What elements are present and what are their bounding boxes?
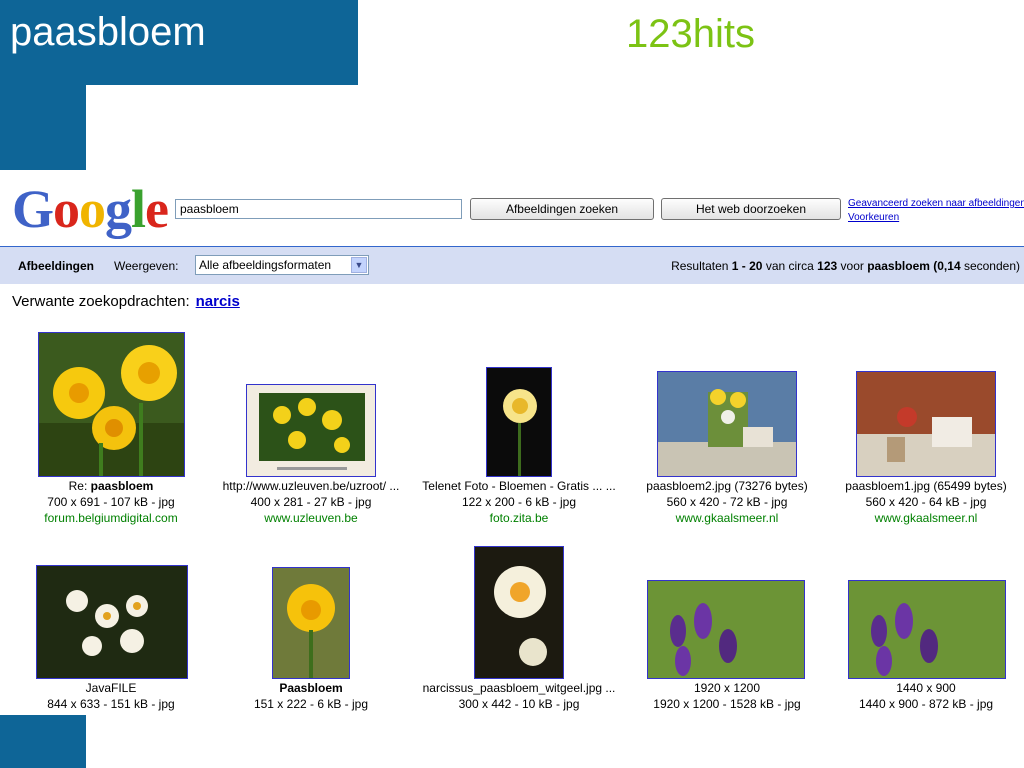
google-logo[interactable]: Google [12,179,169,239]
result-title-5[interactable]: paasbloem1.jpg (65499 bytes) [816,478,1024,494]
search-images-button[interactable]: Afbeeldingen zoeken [470,198,654,220]
view-label: Weergeven: [114,259,179,273]
result-source-4[interactable]: www.gkaalsmeer.nl [617,510,837,526]
church-altar-image [857,372,995,476]
daffodil-image [39,333,184,476]
advanced-search-link[interactable]: Geavanceerd zoeken naar afbeeldingen [848,198,1024,209]
results-range: 1 - 20 [731,259,763,273]
crocus-image-2 [849,581,1005,678]
result-item-6: JavaFILE 844 x 633 - 151 kB - jpg [1,680,221,712]
result-title-1-pre: Re: [68,479,91,493]
thumb-8[interactable] [474,546,564,679]
result-meta-1: 700 x 691 - 107 kB - jpg [47,495,175,509]
results-time: (0,14 [933,259,961,273]
result-title-7-bold: Paasbloem [279,681,343,695]
result-title-8[interactable]: narcissus_paasbloem_witgeel.jpg ... [409,680,629,696]
slide-title: paasbloem [10,10,206,54]
related-link-narcis[interactable]: narcis [196,293,240,310]
result-title-9[interactable]: 1920 x 1200 [617,680,837,696]
result-item-9: 1920 x 1200 1920 x 1200 - 1528 kB - jpg [617,680,837,712]
search-input[interactable] [175,199,462,219]
result-title-2[interactable]: http://www.uzleuven.be/uzroot/ ... [201,478,421,494]
result-meta-5: 560 x 420 - 64 kB - jpg [865,495,987,509]
result-title-6[interactable]: JavaFILE [1,680,221,696]
thumb-6[interactable] [36,565,188,679]
hits-label: 123hits [626,12,755,56]
crocus-image [648,581,804,678]
result-meta-7: 151 x 222 - 6 kB - jpg [253,697,369,711]
result-item-3: Telenet Foto - Bloemen - Gratis ... ... … [409,478,629,526]
result-source-1[interactable]: forum.belgiumdigital.com [1,510,221,526]
results-count: 123 [817,259,838,273]
related-label: Verwante zoekopdrachten: [12,293,190,310]
images-section-label: Afbeeldingen [18,259,95,273]
logo-letter-o2: o [79,179,106,239]
result-item-7: Paasbloem 151 x 222 - 6 kB - jpg [201,680,421,712]
result-source-2[interactable]: www.uzleuven.be [201,510,421,526]
result-source-5[interactable]: www.gkaalsmeer.nl [816,510,1024,526]
thumb-4[interactable] [657,371,797,477]
result-item-5: paasbloem1.jpg (65499 bytes) 560 x 420 -… [816,478,1024,526]
google-screenshot: Google Afbeeldingen zoeken Het web doorz… [0,170,1024,715]
thumb-5[interactable] [856,371,996,477]
result-title-1-bold: paasbloem [90,479,154,493]
images-toolbar: Afbeeldingen Weergeven: Alle afbeeldings… [0,246,1024,284]
result-item-8: narcissus_paasbloem_witgeel.jpg ... 300 … [409,680,629,712]
results-query: paasbloem [867,259,930,273]
flowers-card-image [247,385,375,476]
results-pre: Resultaten [671,259,732,273]
result-item-10: 1440 x 900 1440 x 900 - 872 kB - jpg [816,680,1024,712]
result-item-2: http://www.uzleuven.be/uzroot/ ... 400 x… [201,478,421,526]
white-narcissus-image [37,566,187,678]
thumb-2[interactable] [246,384,376,477]
logo-letter-g: G [12,179,54,239]
result-item-4: paasbloem2.jpg (73276 bytes) 560 x 420 -… [617,478,837,526]
narcissus-witgeel-image [475,547,563,678]
image-format-select[interactable]: Alle afbeeldingsformaten ▼ [195,255,369,275]
result-item-1: Re: paasbloem 700 x 691 - 107 kB - jpg f… [1,478,221,526]
result-meta-8: 300 x 442 - 10 kB - jpg [458,697,580,711]
preferences-link[interactable]: Voorkeuren [848,212,899,223]
results-mid1: van circa [762,259,818,273]
result-meta-10: 1440 x 900 - 872 kB - jpg [858,697,994,711]
result-title-1[interactable]: Re: paasbloem [1,478,221,494]
church-flowers-image [658,372,796,476]
result-title-10[interactable]: 1440 x 900 [816,680,1024,696]
result-meta-9: 1920 x 1200 - 1528 kB - jpg [653,697,801,711]
thumb-10[interactable] [848,580,1006,679]
logo-letter-o1: o [53,179,80,239]
result-source-3[interactable]: foto.zita.be [409,510,629,526]
thumb-1[interactable] [38,332,185,477]
daffodil-dark-image [487,368,551,476]
thumb-3[interactable] [486,367,552,477]
result-meta-4: 560 x 420 - 72 kB - jpg [666,495,788,509]
search-web-button[interactable]: Het web doorzoeken [661,198,841,220]
yellow-daffodil-image [273,568,349,678]
results-post: seconden) [960,259,1020,273]
related-searches: Verwante zoekopdrachten: narcis [12,293,240,310]
chevron-down-icon[interactable]: ▼ [351,257,367,273]
results-summary: Resultaten 1 - 20 van circa 123 voor paa… [671,259,1020,273]
select-value: Alle afbeeldingsformaten [199,258,332,272]
thumb-7[interactable] [272,567,350,679]
thumb-9[interactable] [647,580,805,679]
logo-letter-g2: g [105,179,132,239]
result-title-7[interactable]: Paasbloem [201,680,421,696]
result-meta-2: 400 x 281 - 27 kB - jpg [250,495,372,509]
logo-letter-l: l [131,179,146,239]
logo-letter-e: e [145,179,169,239]
result-meta-6: 844 x 633 - 151 kB - jpg [47,697,175,711]
result-title-4[interactable]: paasbloem2.jpg (73276 bytes) [617,478,837,494]
result-title-3[interactable]: Telenet Foto - Bloemen - Gratis ... ... [409,478,629,494]
results-mid2: voor [837,259,868,273]
result-meta-3: 122 x 200 - 6 kB - jpg [461,495,577,509]
